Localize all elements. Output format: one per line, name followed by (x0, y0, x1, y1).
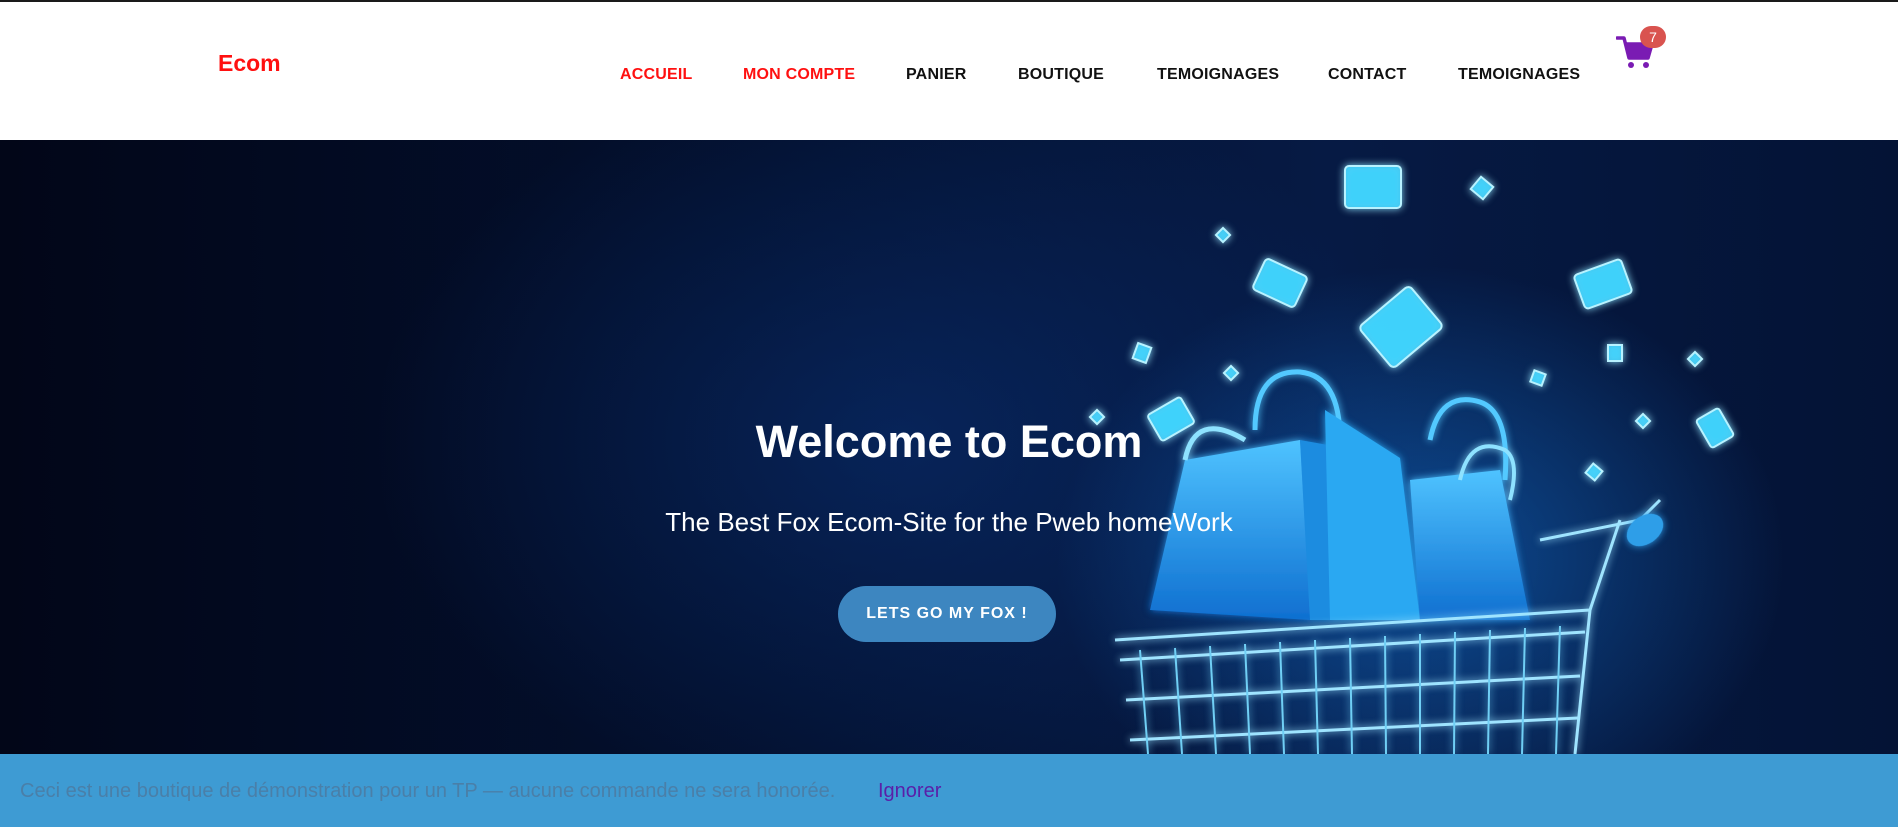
hero-subtitle: The Best Fox Ecom-Site for the Pweb home… (665, 507, 1233, 537)
hero-cta-button[interactable]: LETS GO MY FOX ! (838, 586, 1056, 642)
nav-item-panier[interactable]: PANIER (906, 66, 966, 84)
cart-button[interactable]: 7 (1616, 26, 1666, 70)
demo-notice-bar: Ceci est une boutique de démonstration p… (0, 754, 1898, 827)
nav-item-temoignages[interactable]: TEMOIGNAGES (1157, 66, 1279, 84)
hero-banner: Welcome to Ecom The Best Fox Ecom-Site f… (0, 140, 1898, 754)
hero-title: Welcome to Ecom (755, 416, 1143, 467)
nav-item-mon-compte[interactable]: MON COMPTE (743, 66, 855, 84)
cart-count-badge: 7 (1640, 26, 1666, 48)
demo-notice-text: Ceci est une boutique de démonstration p… (20, 780, 836, 802)
site-header: Ecom ACCUEIL MON COMPTE PANIER BOUTIQUE … (0, 2, 1898, 140)
nav-item-boutique[interactable]: BOUTIQUE (1018, 66, 1104, 84)
nav-item-temoignages-2[interactable]: TEMOIGNAGES (1458, 66, 1580, 84)
nav-item-accueil[interactable]: ACCUEIL (620, 66, 693, 84)
dismiss-notice-link[interactable]: Ignorer (878, 780, 941, 803)
nav-item-contact[interactable]: CONTACT (1328, 66, 1406, 84)
brand-logo[interactable]: Ecom (218, 50, 281, 77)
